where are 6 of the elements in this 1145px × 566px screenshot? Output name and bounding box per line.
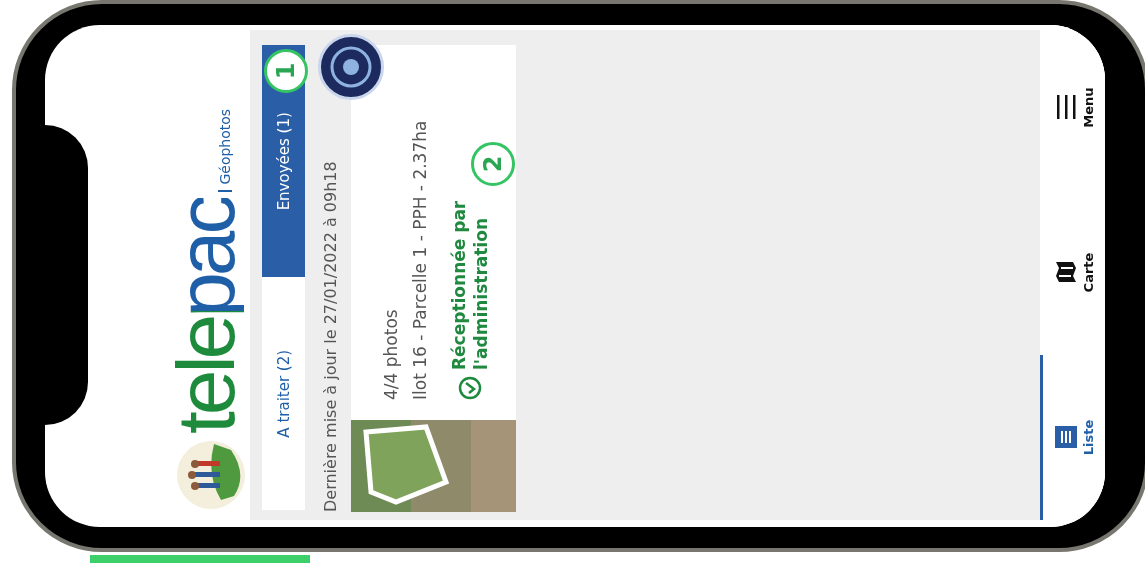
logo-subtitle: Géophotos [218,108,232,192]
status-text: Réceptionnée par l'administration [448,199,492,370]
last-update-text: Dernière mise à jour le 27/01/2022 à 09h18 [321,160,340,512]
logo-wordmark: telepac [172,197,244,434]
photo-count: 4/4 photos [381,308,401,400]
parcel-label: Ilot 16 - Parcelle 1 - PPH - 2.37ha [410,120,430,400]
